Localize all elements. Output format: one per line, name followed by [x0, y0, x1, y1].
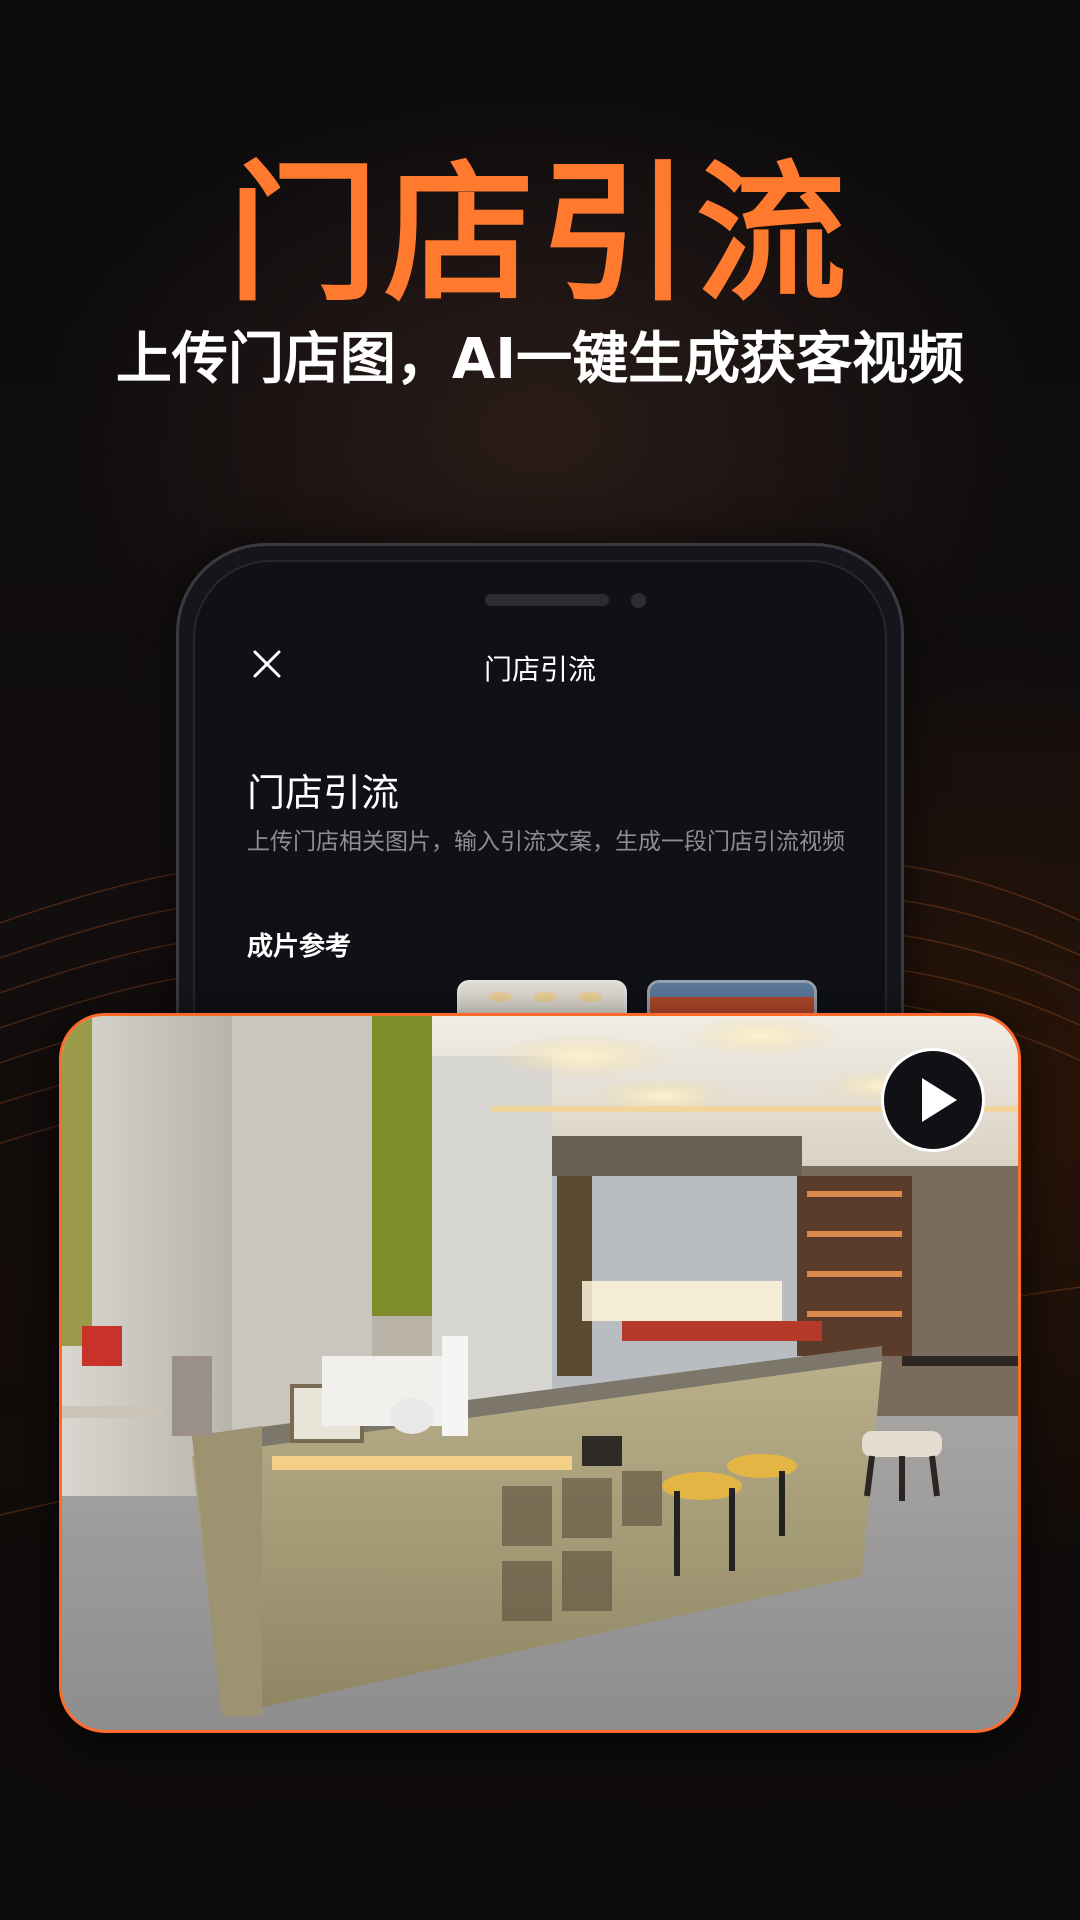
page-description: 上传门店相关图片，输入引流文案，生成一段门店引流视频: [247, 829, 845, 855]
page-title: 门店引流: [247, 771, 400, 815]
section-label-reference: 成片参考: [247, 932, 352, 962]
phone-camera: [631, 593, 646, 608]
hero-subtitle: 上传门店图，AI一键生成获客视频: [115, 327, 965, 392]
phone-speaker: [485, 594, 609, 606]
play-button[interactable]: [881, 1048, 985, 1152]
nav-title: 门店引流: [483, 653, 596, 686]
video-preview-card[interactable]: [59, 1013, 1021, 1733]
hero-title: 门店引流: [227, 148, 852, 322]
play-icon: [922, 1078, 957, 1122]
store-interior-image: [62, 1016, 1018, 1730]
